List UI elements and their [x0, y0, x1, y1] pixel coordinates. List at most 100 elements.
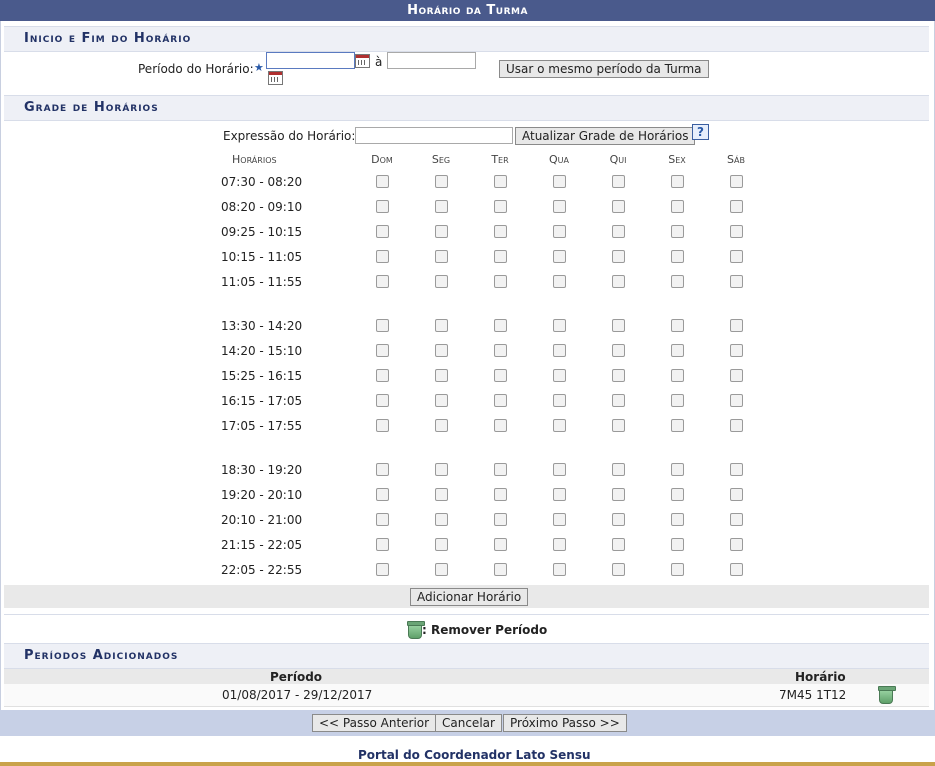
schedule-checkbox[interactable] — [376, 175, 389, 188]
schedule-checkbox[interactable] — [376, 344, 389, 357]
next-step-button[interactable]: Próximo Passo >> — [503, 714, 627, 732]
schedule-checkbox[interactable] — [494, 344, 507, 357]
add-schedule-button[interactable]: Adicionar Horário — [410, 588, 529, 606]
schedule-checkbox[interactable] — [730, 463, 743, 476]
schedule-checkbox[interactable] — [612, 369, 625, 382]
schedule-checkbox[interactable] — [612, 275, 625, 288]
schedule-checkbox[interactable] — [730, 275, 743, 288]
schedule-checkbox[interactable] — [435, 200, 448, 213]
schedule-checkbox[interactable] — [730, 369, 743, 382]
cancel-button[interactable]: Cancelar — [435, 714, 502, 732]
schedule-checkbox[interactable] — [730, 394, 743, 407]
schedule-checkbox[interactable] — [376, 225, 389, 238]
schedule-checkbox[interactable] — [612, 175, 625, 188]
schedule-checkbox[interactable] — [376, 419, 389, 432]
schedule-checkbox[interactable] — [671, 344, 684, 357]
schedule-checkbox[interactable] — [671, 250, 684, 263]
schedule-checkbox[interactable] — [612, 319, 625, 332]
schedule-checkbox[interactable] — [553, 419, 566, 432]
schedule-checkbox[interactable] — [553, 513, 566, 526]
schedule-checkbox[interactable] — [376, 563, 389, 576]
schedule-checkbox[interactable] — [553, 563, 566, 576]
schedule-checkbox[interactable] — [730, 175, 743, 188]
schedule-checkbox[interactable] — [494, 250, 507, 263]
schedule-checkbox[interactable] — [730, 319, 743, 332]
schedule-checkbox[interactable] — [671, 319, 684, 332]
prev-step-button[interactable]: << Passo Anterior — [312, 714, 437, 732]
schedule-checkbox[interactable] — [494, 275, 507, 288]
schedule-checkbox[interactable] — [435, 394, 448, 407]
calendar-icon[interactable] — [355, 54, 370, 68]
schedule-checkbox[interactable] — [376, 538, 389, 551]
schedule-checkbox[interactable] — [553, 319, 566, 332]
help-icon[interactable]: ? — [692, 124, 709, 140]
schedule-checkbox[interactable] — [376, 513, 389, 526]
schedule-checkbox[interactable] — [553, 275, 566, 288]
schedule-checkbox[interactable] — [671, 463, 684, 476]
schedule-checkbox[interactable] — [730, 225, 743, 238]
schedule-checkbox[interactable] — [435, 513, 448, 526]
calendar-icon[interactable] — [268, 71, 283, 85]
schedule-checkbox[interactable] — [553, 225, 566, 238]
schedule-checkbox[interactable] — [671, 538, 684, 551]
schedule-checkbox[interactable] — [730, 250, 743, 263]
schedule-checkbox[interactable] — [612, 563, 625, 576]
schedule-checkbox[interactable] — [494, 463, 507, 476]
schedule-checkbox[interactable] — [376, 200, 389, 213]
expression-input[interactable] — [355, 127, 513, 144]
schedule-checkbox[interactable] — [494, 369, 507, 382]
schedule-checkbox[interactable] — [671, 275, 684, 288]
schedule-checkbox[interactable] — [435, 563, 448, 576]
schedule-checkbox[interactable] — [435, 319, 448, 332]
schedule-checkbox[interactable] — [494, 488, 507, 501]
schedule-checkbox[interactable] — [612, 419, 625, 432]
schedule-checkbox[interactable] — [435, 250, 448, 263]
schedule-checkbox[interactable] — [671, 513, 684, 526]
schedule-checkbox[interactable] — [671, 394, 684, 407]
schedule-checkbox[interactable] — [494, 394, 507, 407]
schedule-checkbox[interactable] — [671, 563, 684, 576]
remove-period-icon[interactable] — [878, 686, 896, 704]
schedule-checkbox[interactable] — [612, 200, 625, 213]
schedule-checkbox[interactable] — [730, 563, 743, 576]
schedule-checkbox[interactable] — [612, 513, 625, 526]
schedule-checkbox[interactable] — [376, 250, 389, 263]
schedule-checkbox[interactable] — [553, 394, 566, 407]
schedule-checkbox[interactable] — [376, 369, 389, 382]
schedule-checkbox[interactable] — [494, 538, 507, 551]
schedule-checkbox[interactable] — [376, 463, 389, 476]
schedule-checkbox[interactable] — [435, 175, 448, 188]
schedule-checkbox[interactable] — [553, 538, 566, 551]
schedule-checkbox[interactable] — [730, 538, 743, 551]
schedule-checkbox[interactable] — [612, 394, 625, 407]
schedule-checkbox[interactable] — [376, 394, 389, 407]
schedule-checkbox[interactable] — [494, 319, 507, 332]
schedule-checkbox[interactable] — [671, 200, 684, 213]
schedule-checkbox[interactable] — [612, 250, 625, 263]
schedule-checkbox[interactable] — [612, 538, 625, 551]
update-grid-button[interactable]: Atualizar Grade de Horários — [515, 127, 696, 145]
schedule-checkbox[interactable] — [612, 225, 625, 238]
schedule-checkbox[interactable] — [494, 419, 507, 432]
schedule-checkbox[interactable] — [730, 344, 743, 357]
schedule-checkbox[interactable] — [376, 319, 389, 332]
schedule-checkbox[interactable] — [376, 275, 389, 288]
schedule-checkbox[interactable] — [671, 369, 684, 382]
schedule-checkbox[interactable] — [612, 463, 625, 476]
schedule-checkbox[interactable] — [671, 419, 684, 432]
schedule-checkbox[interactable] — [494, 200, 507, 213]
schedule-checkbox[interactable] — [435, 369, 448, 382]
schedule-checkbox[interactable] — [435, 275, 448, 288]
schedule-checkbox[interactable] — [553, 463, 566, 476]
schedule-checkbox[interactable] — [435, 538, 448, 551]
schedule-checkbox[interactable] — [671, 488, 684, 501]
schedule-checkbox[interactable] — [553, 175, 566, 188]
schedule-checkbox[interactable] — [435, 463, 448, 476]
schedule-checkbox[interactable] — [553, 488, 566, 501]
schedule-checkbox[interactable] — [612, 344, 625, 357]
schedule-checkbox[interactable] — [671, 225, 684, 238]
schedule-checkbox[interactable] — [494, 175, 507, 188]
schedule-checkbox[interactable] — [435, 419, 448, 432]
schedule-checkbox[interactable] — [494, 563, 507, 576]
schedule-checkbox[interactable] — [376, 488, 389, 501]
